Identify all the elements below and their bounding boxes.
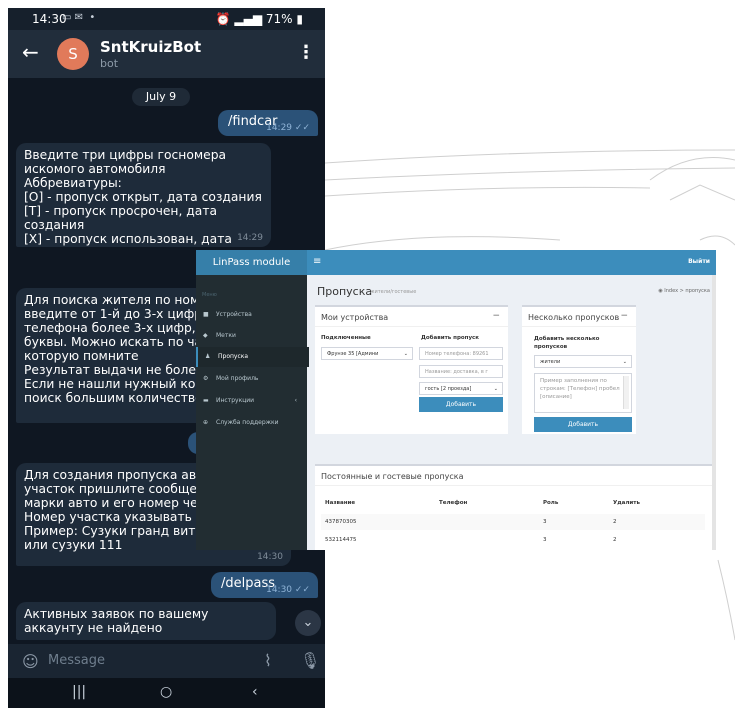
sidebar-item-passes[interactable]: ♟ Пропуска (196, 347, 309, 367)
brand-logo[interactable]: LinPass module (196, 250, 307, 275)
message-text: Активных заявок по вашему аккаунту не на… (24, 607, 209, 635)
breadcrumb-current: пропуска (685, 288, 710, 294)
column-header[interactable]: Удалить (613, 500, 640, 506)
table-row[interactable]: 532114475 3 2 (321, 532, 705, 548)
message-in[interactable]: Введите три цифры госномера искомого авт… (16, 143, 271, 247)
home-icon[interactable]: ○ (160, 684, 172, 700)
table-cell: 3 (543, 519, 547, 525)
passes-box: Постоянные и гостевые пропуска Название … (315, 464, 713, 550)
double-check-icon: ✓✓ (294, 123, 310, 133)
battery-level: 71% (265, 12, 293, 26)
recents-icon[interactable]: ||| (72, 684, 86, 700)
table-cell[interactable]: 2 (613, 537, 617, 543)
status-right: ⏰ ▂▄▆ 71% ▮ (216, 12, 303, 26)
dashboard-icon: ◉ (658, 288, 663, 294)
notification-icons: ▭ ✉ • (62, 12, 96, 23)
message-text: Введите три цифры госномера искомого авт… (24, 148, 262, 247)
page-subtitle: жители/гостевые (370, 289, 417, 295)
breadcrumb-home[interactable]: Index (664, 288, 678, 294)
sidebar-item-profile[interactable]: ⚙ Мой профиль (196, 369, 307, 389)
battery-icon: ▮ (296, 12, 303, 26)
role-select[interactable]: жители ⌄ (534, 355, 632, 368)
sidebar-item-tags[interactable]: ◆ Метки (196, 326, 307, 346)
message-out[interactable]: /findcar 14:29 ✓✓ (218, 110, 318, 136)
date-separator: July 9 (132, 88, 190, 106)
message-time: 14:30 (266, 585, 293, 595)
message-time: 14:29 (266, 123, 293, 133)
box-title: Постоянные и гостевые пропуска (321, 472, 464, 481)
message-input[interactable]: Message (48, 653, 105, 668)
chat-title[interactable]: SntKruizBot (100, 38, 201, 56)
message-out[interactable]: /delpass 14:30 ✓✓ (211, 572, 318, 598)
message-time: 14:29 (237, 233, 263, 243)
linpass-window: LinPass module ≡ Выйти Меню ■ Устройства… (196, 250, 716, 550)
bulk-add-button[interactable]: Добавить (534, 417, 632, 432)
bulk-label: Добавить несколько пропусков (534, 336, 600, 350)
table-cell[interactable]: 2 (613, 519, 617, 525)
minus-icon[interactable]: − (620, 311, 628, 321)
square-icon: ■ (203, 311, 209, 318)
sidebar-header: Меню (202, 292, 217, 298)
pass-type-select[interactable]: гость [2 проезда] ⌄ (419, 382, 503, 395)
table-cell: 437870305 (325, 519, 357, 525)
logout-link[interactable]: Выйти (688, 258, 710, 265)
page-scrollbar[interactable] (712, 275, 716, 550)
column-header[interactable]: Телефон (439, 500, 467, 506)
column-header[interactable]: Роль (543, 500, 558, 506)
sidebar-item-support[interactable]: ⊕ Служба поддержки (196, 413, 307, 433)
sidebar: Меню ■ Устройства ◆ Метки ♟ Пропуска ⚙ М… (196, 275, 309, 550)
table-cell: 532114475 (325, 537, 357, 543)
device-select[interactable]: Фрунзе 35 [Админи ⌄ (321, 347, 413, 360)
phone-input[interactable]: Номер телефона: 89261 (419, 347, 503, 360)
chevron-down-icon: ⌄ (302, 615, 314, 630)
message-time: 14:30 (257, 552, 283, 562)
message-in[interactable]: Активных заявок по вашему аккаунту не на… (16, 602, 276, 640)
table-cell: 3 (543, 537, 547, 543)
bulk-textarea[interactable]: Пример заполнения по строкам: [Телефон] … (534, 373, 632, 413)
page-title: Пропуска (317, 285, 373, 298)
column-header[interactable]: Название (325, 500, 355, 506)
table-row[interactable]: 437870305 3 2 (321, 514, 705, 530)
car-icon: ▬ (203, 397, 209, 404)
add-pass-label: Добавить пропуск (421, 335, 480, 341)
bulk-passes-box: Несколько пропусков − Добавить несколько… (522, 305, 636, 434)
connected-label: Подключенные (321, 335, 371, 341)
chat-header: ← S SntKruizBot bot ⋮ (8, 30, 325, 78)
support-icon: ⊕ (203, 419, 209, 426)
chevron-left-icon: ‹ (294, 397, 297, 404)
devices-box: Мои устройства − Подключенные Фрунзе 35 … (315, 305, 508, 434)
double-check-icon: ✓✓ (294, 585, 310, 595)
users-icon: ♟ (205, 353, 211, 360)
breadcrumb: ◉ Index > пропуска (658, 288, 710, 294)
back-nav-icon[interactable]: ‹ (252, 684, 258, 700)
emoji-icon[interactable]: ☺ (22, 652, 39, 671)
gears-icon: ⚙ (203, 375, 209, 382)
hamburger-icon[interactable]: ≡ (313, 256, 321, 267)
chevron-down-icon: ⌄ (622, 359, 627, 365)
avatar[interactable]: S (57, 38, 89, 70)
paperclip-icon[interactable]: ⌇ (264, 651, 272, 670)
tag-icon: ◆ (203, 332, 208, 339)
microphone-icon[interactable]: 🎙 (300, 651, 320, 670)
box-title: Несколько пропусков (528, 313, 620, 322)
chevron-down-icon: ⌄ (493, 386, 498, 392)
status-bar: 14:30 ▭ ✉ • ⏰ ▂▄▆ 71% ▮ (8, 8, 325, 30)
minus-icon[interactable]: − (492, 311, 500, 321)
back-arrow-icon[interactable]: ← (22, 40, 39, 64)
textarea-scrollbar[interactable] (623, 376, 629, 409)
chat-subtitle: bot (100, 57, 119, 70)
add-pass-button[interactable]: Добавить (419, 397, 503, 412)
alarm-icon: ⏰ (215, 12, 231, 26)
sidebar-item-devices[interactable]: ■ Устройства (196, 305, 307, 325)
sidebar-item-instructions[interactable]: ▬ Инструкции ‹ (196, 391, 307, 411)
name-input[interactable]: Название: доставка, в г (419, 365, 503, 378)
more-vertical-icon[interactable]: ⋮ (297, 42, 315, 63)
chevron-down-icon: ⌄ (403, 351, 408, 357)
box-title: Мои устройства (321, 313, 389, 322)
android-navbar: ||| ○ ‹ (8, 678, 325, 708)
message-composer: ☺ Message ⌇ 🎙 (8, 644, 325, 678)
scroll-down-button[interactable]: ⌄ (295, 610, 321, 636)
top-navbar: ≡ Выйти (307, 250, 716, 275)
signal-icon: ▂▄▆ (234, 12, 263, 26)
